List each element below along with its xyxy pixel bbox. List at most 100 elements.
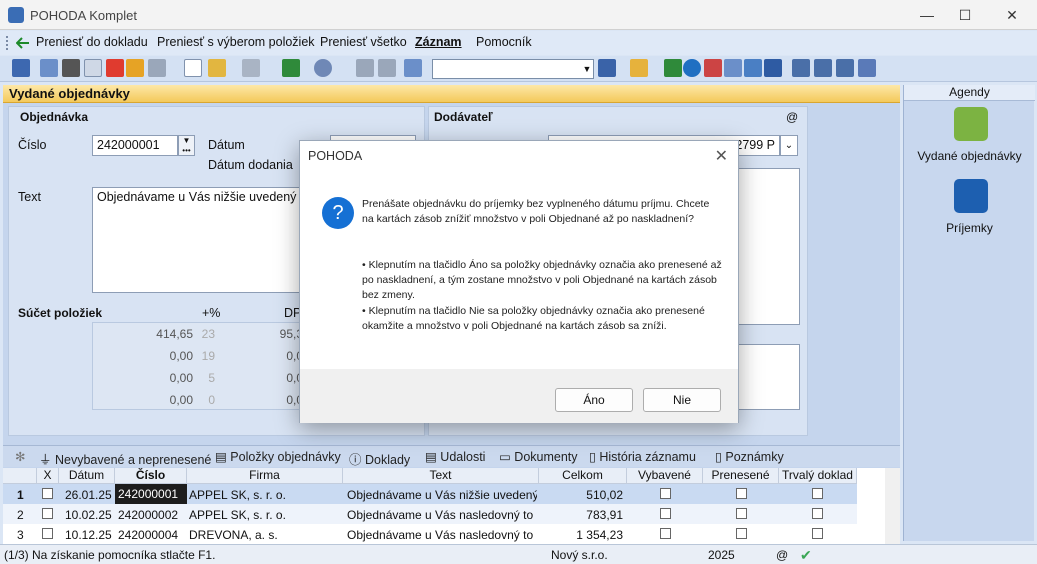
menu-preniest-vsetko[interactable]: Preniesť všetko [320, 35, 407, 49]
sucet-poloziek-label: Súčet položiek [18, 306, 103, 320]
iban-icon[interactable] [764, 59, 782, 77]
print-icon[interactable] [62, 59, 80, 77]
gear-icon[interactable] [314, 59, 332, 77]
disabled-tool-icon[interactable] [148, 59, 166, 77]
dodavatel-address-input[interactable] [738, 168, 800, 325]
row-checkbox[interactable] [42, 528, 53, 539]
agenda-prijemky[interactable]: Príjemky [904, 221, 1035, 235]
grip-handle [6, 36, 9, 50]
calendar-icon[interactable] [704, 59, 722, 77]
save-icon[interactable] [356, 59, 374, 77]
tab-label: Položky objednávky [230, 450, 341, 464]
screen-icon[interactable] [836, 59, 854, 77]
email-at-icon[interactable]: @ [786, 110, 798, 124]
asterisk-icon[interactable]: ✻ [15, 449, 25, 464]
row-datum: 10.12.25 [65, 528, 112, 542]
row-firma: APPEL SK, s. r. o. [189, 508, 286, 522]
row-trvaly-checkbox[interactable] [812, 528, 823, 539]
status-email-icon[interactable]: @ [776, 548, 788, 562]
prijemky-icon[interactable] [954, 179, 988, 213]
tab-label: Udalosti [440, 450, 486, 464]
new-document-icon[interactable] [184, 59, 202, 77]
agenda-title: Vydané objednávky [9, 86, 130, 101]
close-icon[interactable]: ✕ [715, 146, 728, 166]
tab-udalosti[interactable]: ▤ Udalosti [425, 449, 485, 464]
export-icon[interactable] [126, 59, 144, 77]
row-cislo[interactable]: 242000004 [118, 525, 178, 545]
row-checkbox[interactable] [42, 488, 53, 499]
euro-icon[interactable] [683, 59, 701, 77]
duplicate-icon[interactable] [404, 59, 422, 77]
back-arrow-icon[interactable] [282, 59, 300, 77]
col-header-datum[interactable]: Dátum [59, 468, 115, 484]
col-header-celkom[interactable]: Celkom [539, 468, 627, 484]
vydane-objednavky-icon[interactable] [954, 107, 988, 141]
toolbar-agenda-icon[interactable] [12, 59, 30, 77]
sum-dph: 0,0 [286, 349, 303, 363]
col-header-firma[interactable]: Firma [187, 468, 343, 484]
chevron-down-icon[interactable]: ⌄ [780, 135, 798, 156]
tab-nevybavene[interactable]: ⏚ Nevybavené a neprenesené [39, 449, 211, 468]
preview-icon[interactable] [84, 59, 102, 77]
row-trvaly-checkbox[interactable] [812, 488, 823, 499]
row-vybavene-checkbox[interactable] [660, 508, 671, 519]
row-prenesene-checkbox[interactable] [736, 508, 747, 519]
col-header-prenesene[interactable]: Prenesené [703, 468, 779, 484]
row-vybavene-checkbox[interactable] [660, 528, 671, 539]
copy-icon[interactable] [40, 59, 58, 77]
col-header-text[interactable]: Text [343, 468, 539, 484]
tab-historia[interactable]: ▯ História záznamu [589, 449, 696, 464]
row-cislo[interactable]: 242000002 [118, 505, 178, 525]
row-prenesene-checkbox[interactable] [736, 488, 747, 499]
col-header-cislo[interactable]: Číslo [115, 468, 187, 484]
row-celkom: 510,02 [586, 488, 623, 502]
tab-dokumenty[interactable]: ▭ Dokumenty [499, 449, 578, 464]
col-header-vybavene[interactable]: Vybavené [627, 468, 703, 484]
window-alt-icon[interactable] [814, 59, 832, 77]
menu-pomocnik[interactable]: Pomocník [476, 35, 532, 49]
menu-zaznam[interactable]: Záznam [415, 35, 462, 49]
agenda-vydane-objednavky[interactable]: Vydané objednávky [904, 149, 1035, 163]
cislo-input[interactable]: 242000001 [92, 135, 178, 156]
col-header-x[interactable]: X [37, 468, 59, 484]
tab-label: Doklady [364, 453, 411, 467]
table-icon[interactable] [744, 59, 762, 77]
row-celkom: 1 354,23 [576, 528, 623, 542]
row-checkbox[interactable] [42, 508, 53, 519]
tab-polozky[interactable]: ▤ Položky objednávky [215, 449, 341, 464]
tab-doklady[interactable]: ⓘ Doklady [349, 449, 410, 468]
cislo-spinner[interactable]: ▼ ••• [178, 135, 195, 156]
row-prenesene-checkbox[interactable] [736, 528, 747, 539]
delete-icon[interactable] [378, 59, 396, 77]
dialog-footer: Áno Nie [300, 369, 738, 423]
menu-preniest-do-dokladu[interactable]: Preniesť do dokladu [36, 35, 148, 49]
folder-icon[interactable] [630, 59, 648, 77]
text-label: Text [18, 190, 41, 204]
maximize-button[interactable]: ☐ [950, 4, 980, 26]
edit-icon[interactable] [208, 59, 226, 77]
menu-bar: Preniesť do dokladu Preniesť s výberom p… [0, 31, 1037, 55]
minimize-button[interactable]: — [912, 4, 942, 26]
help-icon[interactable] [858, 59, 876, 77]
tab-poznamky[interactable]: ▯ Poznámky [715, 449, 784, 464]
col-header-trvaly-doklad[interactable]: Trvalý doklad [779, 468, 857, 484]
columns-icon[interactable] [242, 59, 260, 77]
quick-search-input[interactable] [432, 59, 594, 79]
yes-button[interactable]: Áno [555, 388, 633, 412]
filter-icon[interactable] [598, 59, 616, 77]
close-window-button[interactable]: ✕ [997, 4, 1027, 26]
window-icon[interactable] [792, 59, 810, 77]
sum-rate: 19 [201, 349, 215, 363]
no-button[interactable]: Nie [643, 388, 721, 412]
menu-preniest-s-vyberom[interactable]: Preniesť s výberom položiek [157, 35, 315, 49]
chevron-down-icon[interactable]: ▼ [580, 59, 594, 79]
row-vybavene-checkbox[interactable] [660, 488, 671, 499]
pdf-icon[interactable] [106, 59, 124, 77]
money-icon[interactable] [664, 59, 682, 77]
objednavka-section: Objednávka [20, 110, 89, 124]
dodavatel-contact-input[interactable] [738, 344, 800, 410]
row-trvaly-checkbox[interactable] [812, 508, 823, 519]
table-scrollbar[interactable] [885, 468, 900, 544]
calculator-icon[interactable] [724, 59, 742, 77]
row-cislo[interactable]: 242000001 [115, 484, 187, 504]
